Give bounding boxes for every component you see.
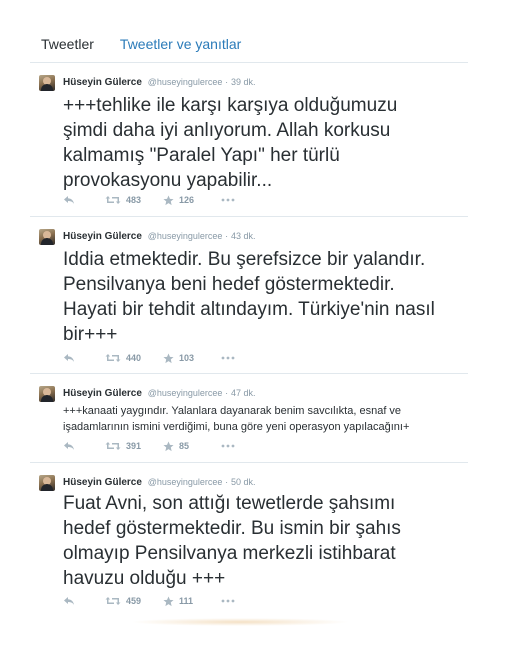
- retweet-icon: [105, 597, 121, 605]
- more-icon: [221, 444, 235, 448]
- favorite-button[interactable]: 126: [163, 194, 221, 206]
- author-name[interactable]: Hüseyin Gülerce: [63, 388, 142, 399]
- more-button[interactable]: [221, 444, 241, 448]
- tweet-text-line: havuzu olduğu +++: [63, 568, 226, 589]
- avatar[interactable]: [39, 475, 55, 491]
- retweet-icon: [105, 196, 121, 204]
- tweet-text-line: Fuat Avni, son attığı tewetlerde şahsımı: [63, 493, 396, 514]
- tweet-time[interactable]: 43 dk.: [231, 231, 256, 241]
- tweet-text: +++tehlike ile karşı karşıya olduğumuzu …: [63, 93, 463, 193]
- star-icon: [163, 352, 174, 363]
- reply-button[interactable]: [63, 353, 105, 363]
- profile-tabs: Tweetler Tweetler ve yanıtlar: [30, 26, 468, 63]
- tweet[interactable]: Hüseyin Gülerce @huseyingulercee · 43 dk…: [30, 217, 468, 374]
- favorite-count: 85: [179, 441, 190, 451]
- tweet-text-line: Pensilvanya beni hedef göstermektedir.: [63, 274, 395, 295]
- retweet-button[interactable]: 459: [105, 596, 163, 606]
- more-icon: [221, 356, 235, 360]
- retweet-button[interactable]: 483: [105, 195, 163, 205]
- retweet-count: 391: [126, 441, 142, 451]
- author-handle[interactable]: @huseyingulercee: [148, 477, 223, 487]
- separator-dot: ·: [225, 231, 229, 241]
- tweet-header: Hüseyin Gülerce @huseyingulercee · 47 dk…: [63, 386, 255, 401]
- tweet-text-line: Iddia etmektedir. Bu şerefsizce bir yala…: [63, 249, 426, 270]
- author-handle[interactable]: @huseyingulercee: [148, 231, 223, 241]
- tweet-text-line: hedef göstermektedir. Bu ismin bir şahıs: [63, 518, 401, 539]
- tweet-actions: 483 126: [63, 192, 241, 208]
- favorite-button[interactable]: 111: [163, 595, 221, 607]
- tweet-text-line: provokasyonu yapabilir...: [63, 170, 273, 191]
- retweet-icon: [105, 442, 121, 450]
- favorite-count: 126: [179, 195, 195, 205]
- timeline: Hüseyin Gülerce @huseyingulercee · 39 dk…: [30, 63, 468, 613]
- favorite-button[interactable]: 85: [163, 440, 221, 452]
- tweet-text-line: +++tehlike ile karşı karşıya olduğumuzu: [63, 95, 398, 116]
- tweet-text-line: olmayıp Pensilvanya merkezli istihbarat: [63, 543, 396, 564]
- author-name[interactable]: Hüseyin Gülerce: [63, 77, 142, 88]
- tab-tweets-and-replies[interactable]: Tweetler ve yanıtlar: [120, 36, 241, 52]
- tweet-time[interactable]: 47 dk.: [231, 388, 256, 398]
- tweet-actions: 391 85: [63, 438, 241, 454]
- tweet-text-line: işadamlarının ismini verdiğimi, buna gör…: [63, 421, 410, 433]
- retweet-count: 483: [126, 195, 142, 205]
- avatar[interactable]: [39, 229, 55, 245]
- reply-icon: [64, 196, 74, 204]
- tweet-time[interactable]: 50 dk.: [231, 477, 256, 487]
- retweet-count: 440: [126, 353, 142, 363]
- reply-icon: [64, 354, 74, 362]
- author-handle[interactable]: @huseyingulercee: [148, 388, 223, 398]
- retweet-count: 459: [126, 596, 142, 606]
- favorite-button[interactable]: 103: [163, 352, 221, 364]
- tweet[interactable]: Hüseyin Gülerce @huseyingulercee · 47 dk…: [30, 374, 468, 463]
- author-name[interactable]: Hüseyin Gülerce: [63, 231, 142, 242]
- more-button[interactable]: [221, 198, 241, 202]
- tweet-actions: 459 111: [63, 593, 241, 609]
- author-handle[interactable]: @huseyingulercee: [148, 77, 223, 87]
- reply-button[interactable]: [63, 195, 105, 205]
- separator-dot: ·: [225, 477, 229, 487]
- separator-dot: ·: [225, 388, 229, 398]
- more-icon: [221, 198, 235, 202]
- star-icon: [163, 595, 174, 606]
- favorite-count: 111: [179, 596, 194, 606]
- tweet-header: Hüseyin Gülerce @huseyingulercee · 50 dk…: [63, 475, 255, 490]
- avatar[interactable]: [39, 75, 55, 91]
- tweet-header: Hüseyin Gülerce @huseyingulercee · 43 dk…: [63, 229, 255, 244]
- separator-dot: ·: [225, 77, 229, 87]
- tweet-header: Hüseyin Gülerce @huseyingulercee · 39 dk…: [63, 75, 255, 90]
- tab-tweets[interactable]: Tweetler: [41, 36, 94, 52]
- tweet-text: Fuat Avni, son attığı tewetlerde şahsımı…: [63, 491, 463, 591]
- more-button[interactable]: [221, 356, 241, 360]
- tweet-text-line: Hayati bir tehdit altındayım. Türkiye'ni…: [63, 299, 435, 320]
- author-name[interactable]: Hüseyin Gülerce: [63, 477, 142, 488]
- reply-button[interactable]: [63, 596, 105, 606]
- favorite-count: 103: [179, 353, 195, 363]
- more-icon: [221, 599, 235, 603]
- star-icon: [163, 194, 174, 205]
- star-icon: [163, 440, 174, 451]
- reply-icon: [64, 442, 74, 450]
- page-shadow: [130, 618, 350, 626]
- tweet-text: +++kanaati yaygındır. Yalanlara dayanara…: [63, 403, 473, 435]
- avatar[interactable]: [39, 386, 55, 402]
- reply-icon: [64, 597, 74, 605]
- tweet[interactable]: Hüseyin Gülerce @huseyingulercee · 39 dk…: [30, 63, 468, 217]
- retweet-button[interactable]: 440: [105, 353, 163, 363]
- more-button[interactable]: [221, 599, 241, 603]
- reply-button[interactable]: [63, 441, 105, 451]
- tweet-text-line: şimdi daha iyi anlıyorum. Allah korkusu: [63, 120, 391, 141]
- tweet-text: Iddia etmektedir. Bu şerefsizce bir yala…: [63, 247, 463, 347]
- tweet-text-line: bir+++: [63, 324, 118, 345]
- tweet-text-line: kalmamış "Paralel Yapı" her türlü: [63, 145, 340, 166]
- tweet[interactable]: Hüseyin Gülerce @huseyingulercee · 50 dk…: [30, 463, 468, 613]
- tweet-text-line: +++kanaati yaygındır. Yalanlara dayanara…: [63, 405, 402, 417]
- tweet-time[interactable]: 39 dk.: [231, 77, 256, 87]
- retweet-button[interactable]: 391: [105, 441, 163, 451]
- retweet-icon: [105, 354, 121, 362]
- tweet-actions: 440 103: [63, 350, 241, 366]
